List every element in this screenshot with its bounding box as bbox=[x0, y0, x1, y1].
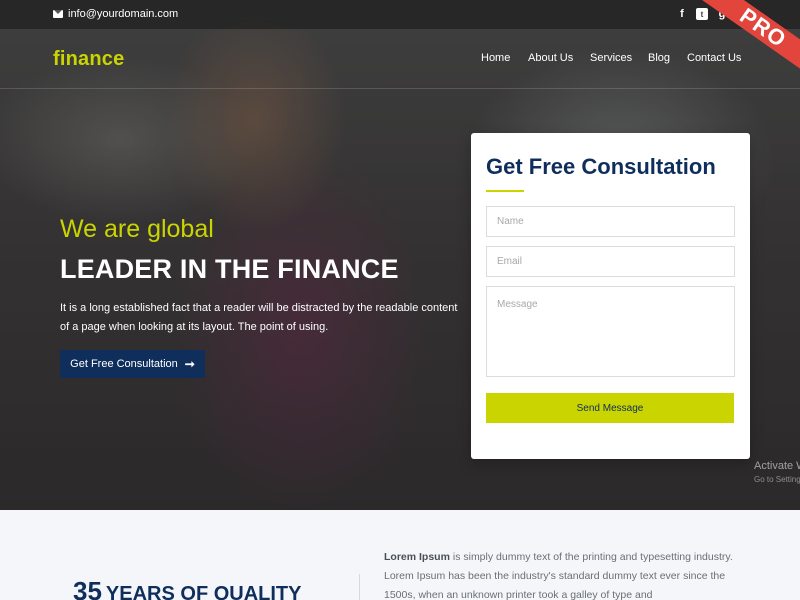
hero-consultation-button[interactable]: Get Free Consultation ➞ bbox=[60, 350, 205, 378]
activate-windows-title: Activate W bbox=[754, 460, 800, 472]
years-text: YEARS OF QUALITY bbox=[105, 583, 302, 600]
contact-email-text: info@yourdomain.com bbox=[68, 8, 179, 20]
twitter-icon[interactable]: t bbox=[696, 8, 708, 20]
facebook-icon[interactable]: f bbox=[676, 8, 688, 20]
send-message-button[interactable]: Send Message bbox=[486, 393, 734, 423]
contact-email[interactable]: info@yourdomain.com bbox=[53, 8, 178, 20]
hero-section: info@yourdomain.com f t g finance Home A… bbox=[0, 0, 800, 510]
email-field[interactable] bbox=[486, 246, 735, 277]
years-heading: 35 YEARS OF QUALITY bbox=[73, 576, 302, 600]
hero-description: It is a long established fact that a rea… bbox=[60, 302, 458, 333]
form-title-underline bbox=[486, 190, 524, 192]
about-section: 35 YEARS OF QUALITY Lorem Ipsum is simpl… bbox=[0, 510, 800, 600]
about-paragraph: Lorem Ipsum is simply dummy text of the … bbox=[384, 548, 734, 600]
nav-home[interactable]: Home bbox=[481, 52, 510, 64]
nav-contact-us[interactable]: Contact Us bbox=[687, 52, 741, 64]
hero-consultation-label: Get Free Consultation bbox=[70, 358, 178, 370]
years-number: 35 bbox=[73, 576, 102, 600]
site-logo[interactable]: finance bbox=[53, 48, 124, 71]
form-title: Get Free Consultation bbox=[486, 154, 716, 179]
about-lead: Lorem Ipsum bbox=[384, 551, 450, 563]
nav-services[interactable]: Services bbox=[590, 52, 632, 64]
hero-title: LEADER IN THE FINANCE bbox=[60, 254, 399, 284]
section-divider bbox=[359, 574, 360, 600]
consultation-form-card: Get Free Consultation Send Message bbox=[471, 133, 750, 459]
top-bar: info@yourdomain.com f t g bbox=[0, 0, 800, 29]
hero-subtitle: We are global bbox=[60, 215, 214, 243]
arrow-right-icon: ➞ bbox=[184, 357, 195, 371]
activate-windows-subtitle: Go to Setting bbox=[754, 475, 800, 484]
nav-about-us[interactable]: About Us bbox=[528, 52, 573, 64]
main-navbar: finance Home About Us Services Blog Cont… bbox=[0, 29, 800, 89]
message-field[interactable] bbox=[486, 286, 735, 377]
nav-blog[interactable]: Blog bbox=[648, 52, 670, 64]
envelope-icon bbox=[53, 10, 63, 18]
name-field[interactable] bbox=[486, 206, 735, 237]
